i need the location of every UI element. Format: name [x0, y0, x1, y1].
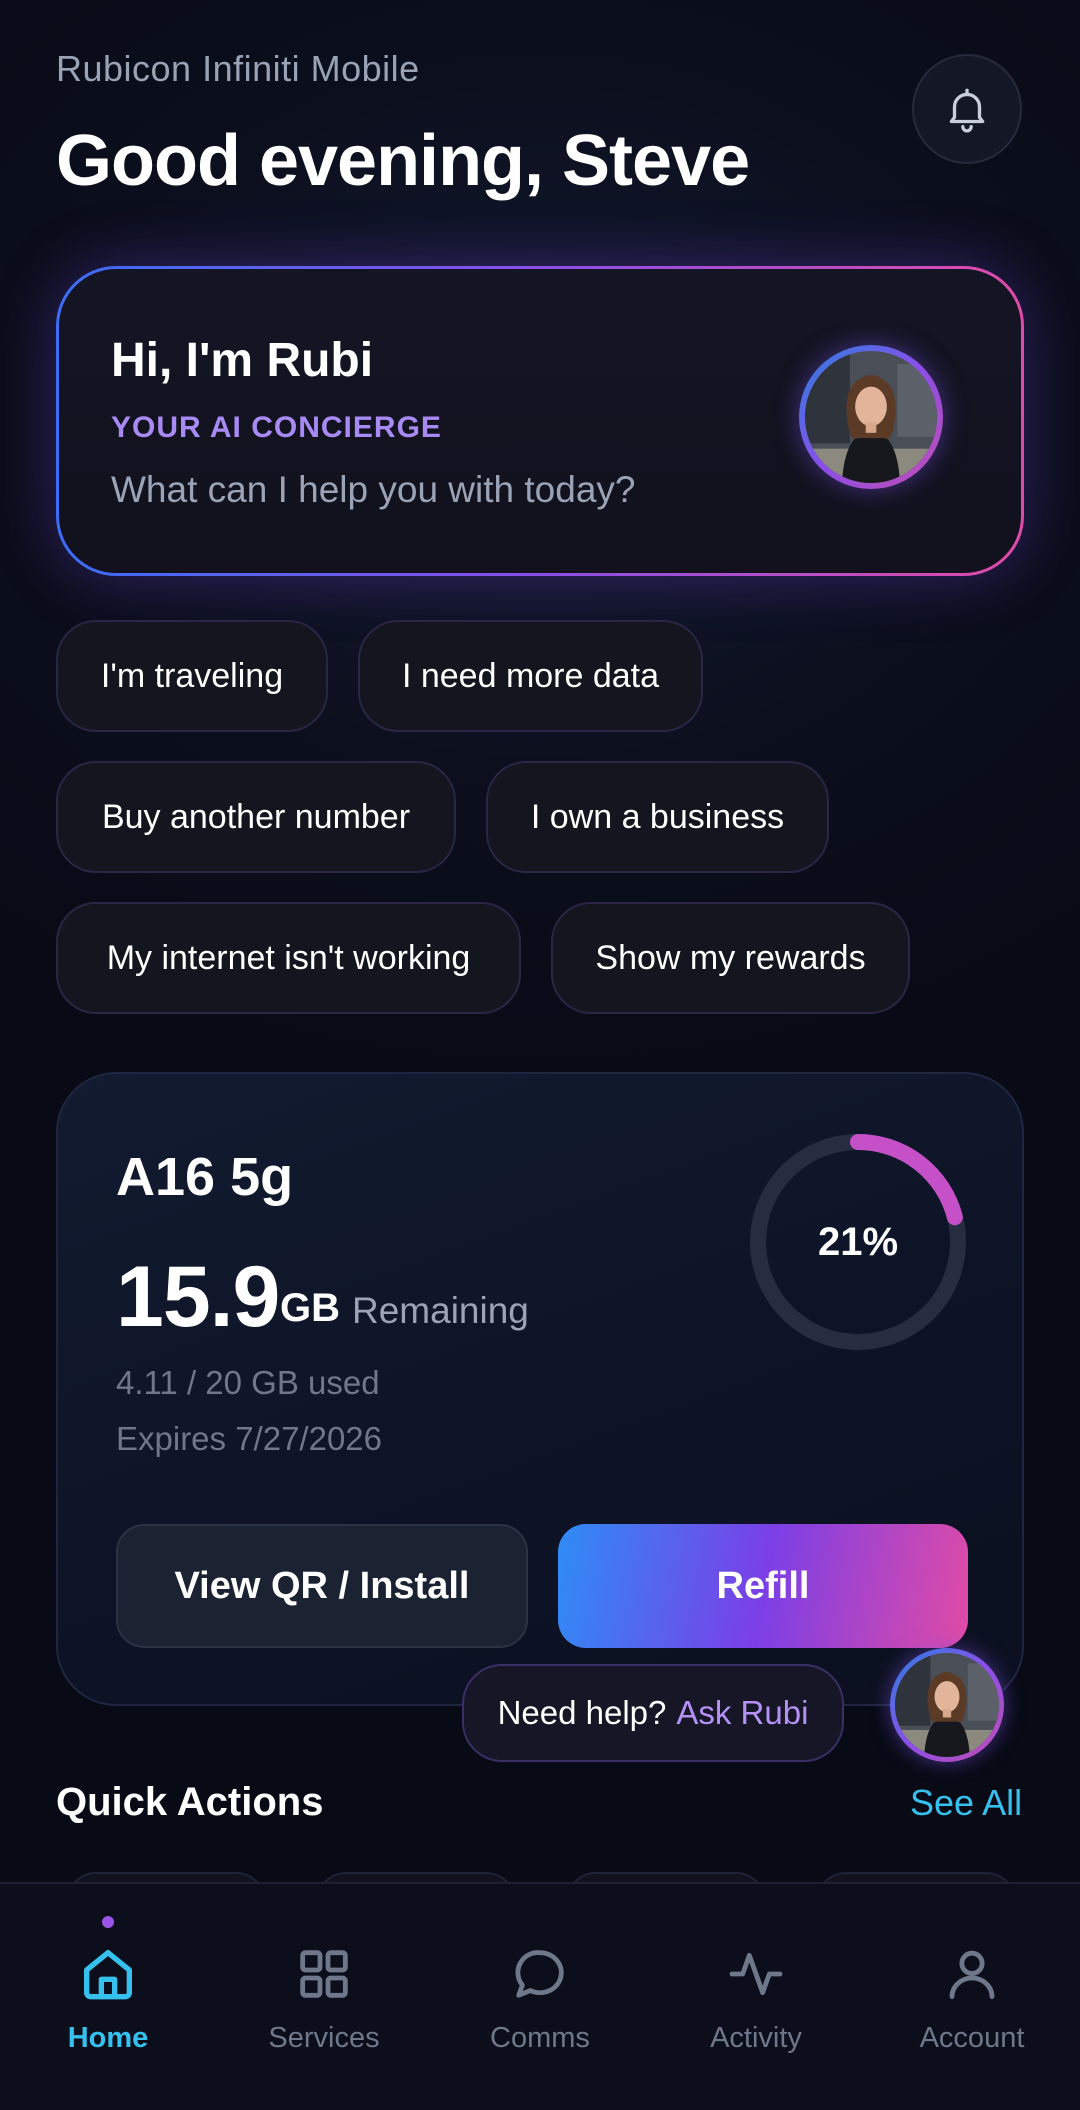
plan-name: A16 5g: [116, 1147, 294, 1207]
usage-ring: 21%: [746, 1130, 970, 1354]
active-indicator-dot: [102, 1916, 114, 1928]
nav-home[interactable]: Home: [0, 1914, 216, 2064]
quick-actions-title: Quick Actions: [56, 1780, 324, 1824]
data-remaining-unit: GB: [280, 1286, 340, 1330]
data-remaining-label: Remaining: [352, 1290, 529, 1331]
suggestion-chip-buy-number[interactable]: Buy another number: [56, 761, 456, 873]
app-name: Rubicon Infiniti Mobile: [56, 48, 420, 89]
refill-button[interactable]: Refill: [558, 1524, 968, 1648]
nav-label-activity: Activity: [710, 2022, 802, 2054]
suggestion-chip-rewards[interactable]: Show my rewards: [551, 902, 910, 1014]
concierge-subtitle: YOUR AI CONCIERGE: [111, 411, 442, 444]
concierge-title: Hi, I'm Rubi: [111, 334, 374, 387]
ask-rubi-pill[interactable]: Need help? Ask Rubi: [462, 1664, 844, 1762]
suggestion-chip-traveling[interactable]: I'm traveling: [56, 620, 328, 732]
nav-services[interactable]: Services: [216, 1914, 432, 2064]
notifications-button[interactable]: [912, 54, 1022, 164]
usage-percent: 21%: [817, 1219, 899, 1264]
bell-icon: [949, 88, 985, 133]
nav-label-comms: Comms: [490, 2022, 590, 2054]
bottom-nav: Home Services Comms Activity Account: [0, 1882, 1080, 2110]
suggestion-chip-more-data[interactable]: I need more data: [358, 620, 703, 732]
nav-account[interactable]: Account: [864, 1914, 1080, 2064]
plan-expiry: Expires 7/27/2026: [116, 1420, 383, 1457]
home-icon: [84, 1950, 132, 2000]
concierge-avatar: [799, 345, 943, 489]
ask-rubi-link[interactable]: Ask Rubi: [676, 1694, 808, 1732]
data-remaining-value: 15.9: [116, 1249, 280, 1345]
data-used: 4.11 / 20 GB used: [116, 1364, 380, 1401]
see-all-link[interactable]: See All: [910, 1782, 1022, 1824]
nav-comms[interactable]: Comms: [432, 1914, 648, 2064]
concierge-prompt: What can I help you with today?: [111, 469, 636, 510]
suggestion-chip-business[interactable]: I own a business: [486, 761, 829, 873]
help-text: Need help?: [497, 1694, 667, 1731]
plan-card: A16 5g 15.9 GB Remaining 4.11 / 20 GB us…: [56, 1072, 1024, 1706]
nav-label-home: Home: [67, 2022, 149, 2054]
nav-label-services: Services: [268, 2022, 380, 2054]
nav-activity[interactable]: Activity: [648, 1914, 864, 2064]
user-icon: [949, 1950, 995, 2000]
concierge-card[interactable]: Hi, I'm Rubi YOUR AI CONCIERGE What can …: [56, 266, 1024, 576]
ask-rubi-avatar-button[interactable]: [890, 1648, 1004, 1762]
greeting-title: Good evening, Steve: [56, 121, 750, 201]
suggestion-chip-internet-issue[interactable]: My internet isn't working: [56, 902, 521, 1014]
grid-icon: [300, 1950, 348, 1998]
view-qr-install-button[interactable]: View QR / Install: [116, 1524, 528, 1648]
nav-label-account: Account: [919, 2022, 1025, 2054]
chat-bubble-icon: [515, 1950, 564, 1998]
activity-pulse-icon: [729, 1952, 783, 1996]
